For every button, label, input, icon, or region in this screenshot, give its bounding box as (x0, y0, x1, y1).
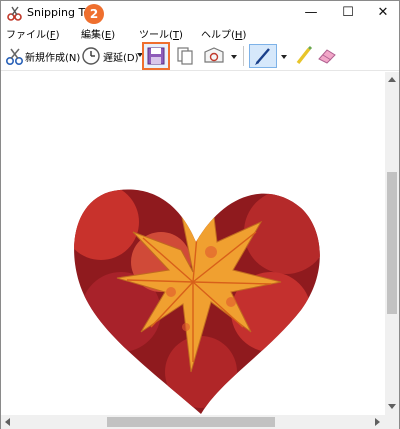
scroll-right-arrow-icon[interactable] (375, 418, 380, 426)
save-snip-button[interactable] (142, 42, 170, 70)
menu-help[interactable]: ヘルプ(H) (201, 26, 246, 41)
scrollbar-corner (385, 415, 399, 429)
menu-edit[interactable]: 編集(E) (81, 26, 115, 41)
send-snip-icon[interactable] (202, 46, 226, 66)
vertical-scrollbar[interactable] (385, 72, 399, 415)
new-snip-scissors-icon[interactable] (5, 46, 25, 66)
copy-icon[interactable] (175, 46, 195, 66)
title-bar: Snipping Tool 2 — ☐ ✕ (1, 1, 399, 25)
close-button[interactable]: ✕ (366, 1, 400, 25)
delay-button[interactable]: 遅延(D) (103, 49, 139, 64)
step-marker-2: 2 (84, 4, 104, 24)
horizontal-scrollbar[interactable] (1, 415, 385, 429)
clock-delay-icon[interactable] (81, 46, 101, 66)
vertical-scroll-thumb[interactable] (387, 172, 397, 314)
send-dropdown-arrow-icon[interactable] (231, 55, 237, 59)
new-snip-button[interactable]: 新規作成(N) (25, 49, 80, 64)
eraser-icon[interactable] (316, 47, 338, 65)
menu-tools[interactable]: ツール(T) (139, 26, 183, 41)
floppy-disk-save-icon (147, 47, 165, 65)
scroll-up-arrow-icon[interactable] (388, 77, 396, 82)
toolbar-separator (243, 46, 244, 66)
pen-icon (255, 48, 270, 65)
scroll-down-arrow-icon[interactable] (388, 404, 396, 409)
maximize-button[interactable]: ☐ (331, 1, 365, 25)
heart-maple-leaf-image (74, 189, 320, 414)
toolbar: 新規作成(N) 遅延(D) (1, 41, 399, 71)
snip-canvas (1, 72, 385, 415)
menu-file[interactable]: ファイル(F) (6, 26, 60, 41)
scroll-left-arrow-icon[interactable] (5, 418, 10, 426)
snipping-tool-window: Snipping Tool 2 — ☐ ✕ ファイル(F) 編集(E) ツール(… (0, 0, 400, 429)
highlighter-icon[interactable] (292, 45, 314, 67)
pen-tool-button[interactable] (249, 44, 277, 68)
horizontal-scroll-thumb[interactable] (107, 417, 275, 427)
minimize-button[interactable]: — (294, 1, 328, 25)
menu-bar: ファイル(F) 編集(E) ツール(T) ヘルプ(H) (1, 25, 399, 41)
pen-dropdown-arrow-icon[interactable] (281, 55, 287, 59)
scissors-app-icon (7, 6, 22, 21)
